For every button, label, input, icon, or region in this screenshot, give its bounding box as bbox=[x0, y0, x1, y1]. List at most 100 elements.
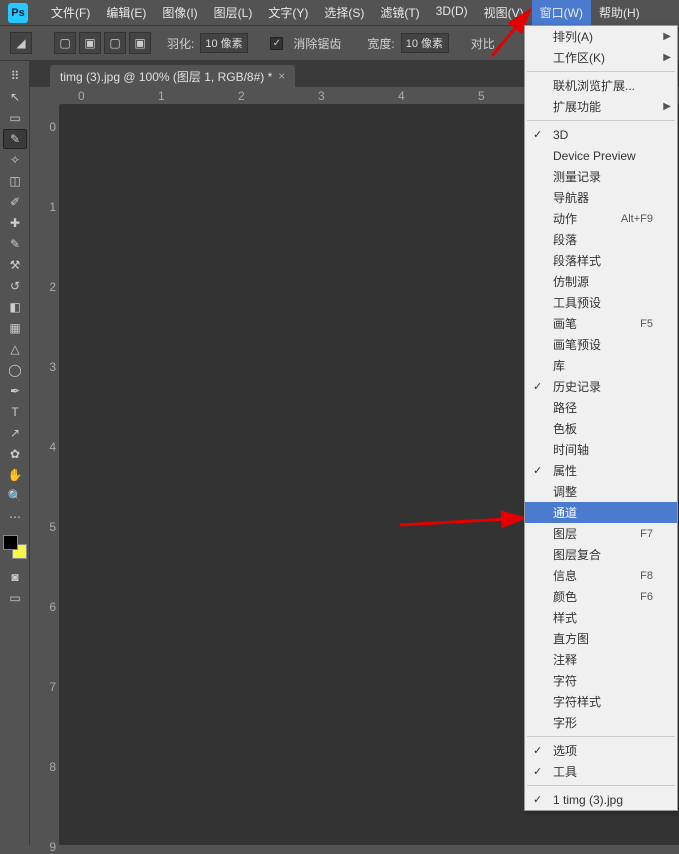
blur-tool-icon[interactable]: △ bbox=[3, 339, 27, 359]
menu-item-样式[interactable]: 样式 bbox=[525, 607, 677, 628]
menu-滤镜[interactable]: 滤镜(T) bbox=[372, 0, 427, 25]
pen-tool-icon[interactable]: ✒ bbox=[3, 381, 27, 401]
menu-item-label: 信息 bbox=[553, 567, 577, 584]
feather-input[interactable] bbox=[200, 33, 248, 53]
selection-subtract-icon[interactable]: ▢ bbox=[104, 32, 126, 54]
path-selection-tool-icon[interactable]: ↗ bbox=[3, 423, 27, 443]
menu-item-历史记录[interactable]: ✓历史记录 bbox=[525, 376, 677, 397]
color-swatches[interactable] bbox=[3, 535, 27, 559]
brush-tool-icon[interactable]: ✎ bbox=[3, 234, 27, 254]
eraser-tool-icon[interactable]: ◧ bbox=[3, 297, 27, 317]
menu-item-导航器[interactable]: 导航器 bbox=[525, 187, 677, 208]
foreground-color-swatch[interactable] bbox=[3, 535, 18, 550]
menu-文字[interactable]: 文字(Y) bbox=[260, 0, 316, 25]
ruler-v-tick: 0 bbox=[49, 120, 56, 134]
menu-图像[interactable]: 图像(I) bbox=[154, 0, 205, 25]
menu-文件[interactable]: 文件(F) bbox=[43, 0, 98, 25]
healing-brush-tool-icon[interactable]: ✚ bbox=[3, 213, 27, 233]
menu-item-label: 1 timg (3).jpg bbox=[553, 793, 623, 807]
quickmask-icon[interactable]: ◙ bbox=[3, 567, 27, 587]
menu-item-直方图[interactable]: 直方图 bbox=[525, 628, 677, 649]
shape-tool-icon[interactable]: ✿ bbox=[3, 444, 27, 464]
menu-separator bbox=[527, 736, 675, 737]
hand-tool-icon[interactable]: ✋ bbox=[3, 465, 27, 485]
menu-item-色板[interactable]: 色板 bbox=[525, 418, 677, 439]
menu-帮助[interactable]: 帮助(H) bbox=[591, 0, 648, 25]
menu-3d[interactable]: 3D(D) bbox=[428, 0, 476, 25]
menu-item-信息[interactable]: 信息F8 bbox=[525, 565, 677, 586]
menu-窗口[interactable]: 窗口(W) bbox=[532, 0, 591, 25]
menu-item-字符样式[interactable]: 字符样式 bbox=[525, 691, 677, 712]
menu-item-段落样式[interactable]: 段落样式 bbox=[525, 250, 677, 271]
menu-item-label: 图层 bbox=[553, 525, 577, 542]
magic-wand-tool-icon[interactable]: ✧ bbox=[3, 150, 27, 170]
menu-选择[interactable]: 选择(S) bbox=[316, 0, 372, 25]
menu-item-时间轴[interactable]: 时间轴 bbox=[525, 439, 677, 460]
selection-new-icon[interactable]: ▢ bbox=[54, 32, 76, 54]
width-input[interactable] bbox=[401, 33, 449, 53]
menu-item-1timg3jpg[interactable]: ✓1 timg (3).jpg bbox=[525, 789, 677, 810]
menu-item-通道[interactable]: 通道 bbox=[525, 502, 677, 523]
move-tool-icon[interactable]: ↖ bbox=[3, 87, 27, 107]
menu-item-devicepreview[interactable]: Device Preview bbox=[525, 145, 677, 166]
ruler-v-tick: 2 bbox=[49, 280, 56, 294]
menu-item-图层复合[interactable]: 图层复合 bbox=[525, 544, 677, 565]
selection-add-icon[interactable]: ▣ bbox=[79, 32, 101, 54]
menu-item-段落[interactable]: 段落 bbox=[525, 229, 677, 250]
type-tool-icon[interactable]: T bbox=[3, 402, 27, 422]
contrast-label: 对比 bbox=[471, 35, 495, 52]
menu-item-label: 字符 bbox=[553, 672, 577, 689]
menu-item-动作[interactable]: 动作Alt+F9 bbox=[525, 208, 677, 229]
menu-item-label: 通道 bbox=[553, 504, 577, 521]
lasso-tool-icon[interactable]: ✎ bbox=[3, 129, 27, 149]
menu-item-颜色[interactable]: 颜色F6 bbox=[525, 586, 677, 607]
menu-item-工具[interactable]: ✓工具 bbox=[525, 761, 677, 782]
menu-item-注释[interactable]: 注释 bbox=[525, 649, 677, 670]
zoom-tool-icon[interactable]: 🔍 bbox=[3, 486, 27, 506]
crop-tool-icon[interactable]: ◫ bbox=[3, 171, 27, 191]
menu-item-选项[interactable]: ✓选项 bbox=[525, 740, 677, 761]
menu-item-调整[interactable]: 调整 bbox=[525, 481, 677, 502]
menu-item-扩展功能[interactable]: 扩展功能▶ bbox=[525, 96, 677, 117]
ruler-v-tick: 7 bbox=[49, 680, 56, 694]
handle-icon[interactable]: ⠿ bbox=[3, 66, 27, 86]
menu-item-联机浏览扩展[interactable]: 联机浏览扩展... bbox=[525, 75, 677, 96]
clone-stamp-tool-icon[interactable]: ⚒ bbox=[3, 255, 27, 275]
menu-图层[interactable]: 图层(L) bbox=[206, 0, 261, 25]
history-brush-tool-icon[interactable]: ↺ bbox=[3, 276, 27, 296]
antialias-checkbox[interactable]: ✓ bbox=[270, 37, 283, 50]
menu-item-图层[interactable]: 图层F7 bbox=[525, 523, 677, 544]
document-tab[interactable]: timg (3).jpg @ 100% (图层 1, RGB/8#) * × bbox=[50, 65, 295, 87]
submenu-arrow-icon: ▶ bbox=[663, 31, 671, 42]
menu-item-label: 颜色 bbox=[553, 588, 577, 605]
marquee-tool-icon[interactable]: ▭ bbox=[3, 108, 27, 128]
menu-item-label: 注释 bbox=[553, 651, 577, 668]
selection-intersect-icon[interactable]: ▣ bbox=[129, 32, 151, 54]
ruler-h-tick: 0 bbox=[78, 89, 85, 103]
menu-item-路径[interactable]: 路径 bbox=[525, 397, 677, 418]
menu-item-画笔预设[interactable]: 画笔预设 bbox=[525, 334, 677, 355]
menu-item-字符[interactable]: 字符 bbox=[525, 670, 677, 691]
menu-item-画笔[interactable]: 画笔F5 bbox=[525, 313, 677, 334]
menu-item-库[interactable]: 库 bbox=[525, 355, 677, 376]
menu-item-label: 段落 bbox=[553, 231, 577, 248]
menu-item-3d[interactable]: ✓3D bbox=[525, 124, 677, 145]
menu-视图[interactable]: 视图(V) bbox=[476, 0, 532, 25]
menu-item-排列a[interactable]: 排列(A)▶ bbox=[525, 26, 677, 47]
menu-item-测量记录[interactable]: 测量记录 bbox=[525, 166, 677, 187]
edit-toolbar-icon[interactable]: ⋯ bbox=[3, 507, 27, 527]
gradient-tool-icon[interactable]: ▦ bbox=[3, 318, 27, 338]
ruler-v-tick: 5 bbox=[49, 520, 56, 534]
menu-item-工作区k[interactable]: 工作区(K)▶ bbox=[525, 47, 677, 68]
menu-item-字形[interactable]: 字形 bbox=[525, 712, 677, 733]
tab-close-icon[interactable]: × bbox=[278, 69, 285, 83]
menu-编辑[interactable]: 编辑(E) bbox=[98, 0, 154, 25]
menu-item-仿制源[interactable]: 仿制源 bbox=[525, 271, 677, 292]
dodge-tool-icon[interactable]: ◯ bbox=[3, 360, 27, 380]
menu-item-属性[interactable]: ✓属性 bbox=[525, 460, 677, 481]
tool-preset-icon[interactable]: ◢ bbox=[10, 32, 32, 54]
screenmode-icon[interactable]: ▭ bbox=[3, 588, 27, 608]
menu-item-label: 仿制源 bbox=[553, 273, 589, 290]
menu-item-工具预设[interactable]: 工具预设 bbox=[525, 292, 677, 313]
eyedropper-tool-icon[interactable]: ✐ bbox=[3, 192, 27, 212]
